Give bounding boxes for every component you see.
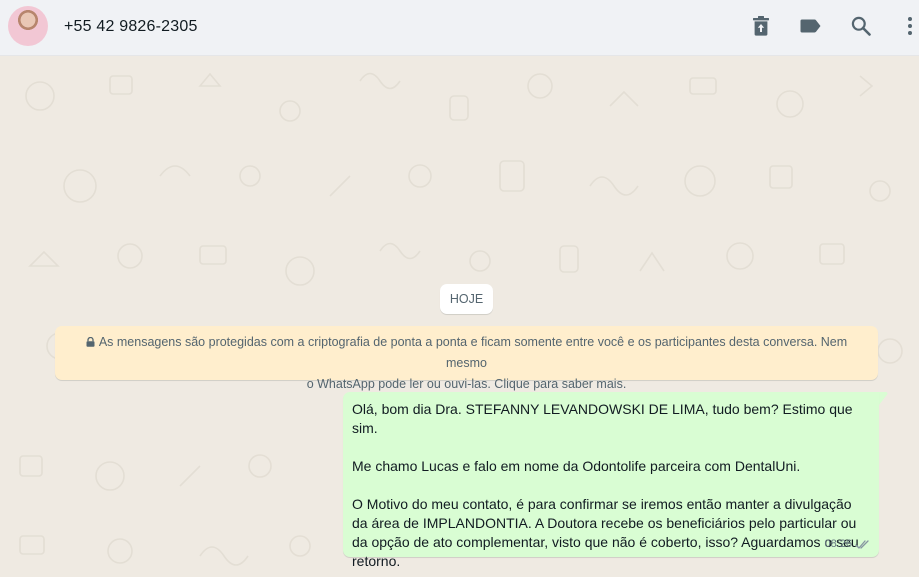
label-icon (800, 19, 821, 33)
contact-name[interactable]: +55 42 9826-2305 (64, 18, 198, 36)
date-divider: HOJE (440, 284, 493, 314)
search-icon (851, 16, 871, 36)
message-line: da área de IMPLANDONTIA. A Doutora receb… (352, 515, 857, 531)
message-line: O Motivo do meu contato, é para confirma… (352, 496, 852, 512)
delete-button[interactable] (749, 14, 773, 38)
conversation-panel[interactable]: HOJE As mensagens são protegidas com a c… (0, 56, 919, 577)
bubble-tail (879, 392, 888, 405)
chat-header: +55 42 9826-2305 (0, 0, 919, 56)
message-line: da opção de ato complementar, visto que … (352, 534, 859, 550)
message-meta: 08:26 (824, 535, 871, 554)
message-time: 08:26 (824, 538, 852, 550)
contact-avatar[interactable] (8, 6, 48, 46)
menu-button[interactable] (898, 14, 919, 38)
encryption-notice-line1: As mensagens são protegidas com a cripto… (67, 332, 866, 374)
search-button[interactable] (849, 14, 873, 38)
outgoing-message[interactable]: Olá, bom dia Dra. STEFANNY LEVANDOWSKI D… (343, 392, 879, 569)
message-paragraph: Me chamo Lucas e falo em nome da Odontol… (352, 458, 801, 474)
message-line: retorno. (352, 553, 401, 569)
message-paragraph: Olá, bom dia Dra. STEFANNY LEVANDOWSKI D… (352, 401, 853, 436)
delete-icon (753, 16, 769, 36)
menu-icon (908, 17, 912, 35)
label-button[interactable] (799, 14, 823, 38)
double-check-icon (855, 540, 869, 549)
encryption-notice[interactable]: As mensagens são protegidas com a cripto… (55, 326, 878, 391)
lock-icon (86, 337, 95, 347)
